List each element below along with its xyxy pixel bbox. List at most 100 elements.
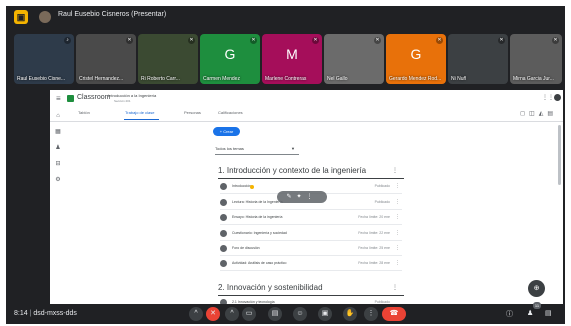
meet-controls-bar: 8:14 | dsd-mxss-dds ^ ✕ ^ ▭ ▤ ☺ ▣ ✋ ⋮ ☎ … [6, 302, 565, 324]
participant-tile[interactable]: ✕ Cristel Hernandez... [76, 34, 136, 84]
list-item[interactable]: 2.1 Innovación y tecnología Publicado [220, 297, 402, 304]
meeting-time-code: 8:14 | dsd-mxss-dds [14, 310, 77, 317]
present-button[interactable]: ▣ [318, 307, 332, 321]
classroom-brand[interactable]: Classroom [77, 94, 110, 101]
participant-name: Ni Nuñ [451, 76, 467, 82]
row-hover-actions[interactable]: ✎✦⋮ [277, 191, 327, 203]
expand-icon[interactable]: ^ [189, 307, 203, 321]
expand-video-icon[interactable]: ^ [225, 307, 239, 321]
list-item[interactable]: Cuestionario: Ingeniería y sociedad Fech… [220, 228, 402, 241]
mouse-cursor [250, 185, 254, 189]
mic-off-button[interactable]: ✕ [206, 307, 220, 321]
participant-count-badge: 11 [533, 302, 541, 309]
raise-hand-button[interactable]: ✋ [343, 307, 357, 321]
camera-button[interactable]: ▭ [242, 307, 256, 321]
mic-off-icon: ✕ [374, 37, 381, 44]
mic-off-icon: ✕ [126, 37, 133, 44]
mic-off-icon: ✕ [436, 37, 443, 44]
chevron-down-icon: ▼ [291, 146, 295, 151]
participant-name: Marlene Contreras [265, 76, 307, 82]
list-item[interactable]: Ensayo: Historia de la ingeniería Fecha … [220, 212, 402, 225]
mic-off-icon: ✕ [188, 37, 195, 44]
participant-tile[interactable]: ✕ M Marlene Contreras [262, 34, 322, 84]
participant-name: Gerardo Mendez Rod... [389, 76, 442, 82]
more-options-icon[interactable]: ⋮ [395, 214, 400, 220]
classroom-rail: ⌂ ▦ ♟ ⊟ ⚙ [54, 113, 64, 192]
topic-filter-select[interactable]: Todos los temas ▼ [215, 144, 299, 155]
people-icon[interactable]: ♟ [527, 309, 533, 317]
topic-divider [218, 295, 404, 296]
participant-tile[interactable]: ✕ Nel Gallo [324, 34, 384, 84]
settings-icon[interactable]: ⚙ [54, 176, 62, 183]
participant-name: Raul Eusebio Cisne... [17, 76, 66, 82]
participant-name: Carmen Mendez [203, 76, 240, 82]
material-icon [220, 183, 227, 190]
more-options-icon[interactable]: ⋮ [392, 284, 398, 291]
participant-tile[interactable]: ✕ Ni Nuñ [448, 34, 508, 84]
presentation-icon[interactable]: ▣ [14, 10, 28, 24]
captions-button[interactable]: ▤ [268, 307, 282, 321]
end-call-button[interactable]: ☎ [382, 307, 406, 321]
more-options-button[interactable]: ⋮ [364, 307, 378, 321]
active-tab-indicator [124, 119, 159, 120]
create-button[interactable]: + Crear [213, 127, 240, 136]
emoji-button[interactable]: ☺ [293, 307, 307, 321]
participant-name: Cristel Hernandez... [79, 76, 124, 82]
info-icon[interactable]: ⓘ [506, 309, 513, 319]
tab-grades[interactable]: Calificaciones [218, 110, 243, 115]
mic-off-icon: ✕ [312, 37, 319, 44]
classroom-logo-icon [67, 95, 74, 102]
archive-icon[interactable]: ⊟ [54, 160, 62, 167]
mic-icon: ♪ [64, 37, 71, 44]
participant-name: Mirna Garcia Jur... [513, 76, 554, 82]
material-icon [220, 199, 227, 206]
participants-strip: ♪ Raul Eusebio Cisne... ✕ Cristel Hernan… [14, 34, 562, 86]
mic-off-icon: ✕ [498, 37, 505, 44]
more-options-icon[interactable]: ⋮ [395, 260, 400, 266]
participant-tile[interactable]: ✕ Mirna Garcia Jur... [510, 34, 562, 84]
chat-icon[interactable]: ▤ [545, 309, 552, 317]
presentation-title: Raul Eusebio Cisneros (Presentar) [58, 11, 167, 18]
header-divider [50, 121, 563, 122]
tab-classwork[interactable]: Trabajo de clase [125, 110, 154, 115]
account-avatar[interactable] [554, 94, 561, 101]
page-frame: ▣ Raul Eusebio Cisneros (Presentar) ♪ Ra… [0, 0, 571, 326]
more-options-icon[interactable]: ⋮ [395, 230, 400, 236]
assignment-icon [220, 214, 227, 221]
topic-title[interactable]: 2. Innovación y sostenibilidad [218, 283, 323, 292]
more-options-icon[interactable]: ⋮ [395, 245, 400, 251]
classroom-header: ≡ Classroom Introducción a la Ingeniería… [50, 90, 563, 106]
participant-tile[interactable]: ✕ G Gerardo Mendez Rod... [386, 34, 446, 84]
assignment-icon [220, 245, 227, 252]
shared-screen: ≡ Classroom Introducción a la Ingeniería… [50, 90, 563, 304]
tab-people[interactable]: Personas [184, 110, 201, 115]
more-options-icon[interactable]: ⋮ [392, 167, 398, 174]
zoom-icon[interactable]: ⊕ [528, 280, 545, 297]
topic-divider [218, 178, 404, 179]
people-icon[interactable]: ♟ [54, 144, 62, 151]
list-item[interactable]: Actividad: Análisis de caso práctico Fec… [220, 258, 402, 271]
menu-icon[interactable]: ≡ [56, 94, 61, 103]
course-title[interactable]: Introducción a la Ingeniería [108, 93, 156, 98]
mic-off-icon: ✕ [250, 37, 257, 44]
participant-name: Nel Gallo [327, 76, 348, 82]
topic-filter-value: Todos los temas [215, 146, 244, 151]
more-options-icon[interactable]: ⋮ [395, 199, 400, 205]
toolbar-icons[interactable]: ◻◫◭▤ [520, 110, 557, 117]
participant-tile[interactable]: ✕ Ri Roberto Carr... [138, 34, 198, 84]
tab-stream[interactable]: Tablón [78, 110, 90, 115]
participant-tile[interactable]: ♪ Raul Eusebio Cisne... [14, 34, 74, 84]
calendar-icon[interactable]: ▦ [54, 128, 62, 135]
participant-name: Ri Roberto Carr... [141, 76, 180, 82]
home-icon[interactable]: ⌂ [54, 113, 62, 119]
assignment-icon [220, 260, 227, 267]
list-item[interactable]: Foro de discusión Fecha límite: 25 ene ⋮ [220, 243, 402, 256]
scrollbar[interactable] [558, 125, 561, 185]
topic-title[interactable]: 1. Introducción y contexto de la ingenie… [218, 166, 366, 175]
presenter-avatar [39, 11, 51, 23]
more-options-icon[interactable]: ⋮ [395, 183, 400, 189]
course-section: Sección 201 [114, 99, 131, 103]
participant-tile[interactable]: ✕ G Carmen Mendez [200, 34, 260, 84]
apps-icon[interactable]: ⋮⋮ [542, 94, 554, 101]
mic-off-icon: ✕ [552, 37, 559, 44]
